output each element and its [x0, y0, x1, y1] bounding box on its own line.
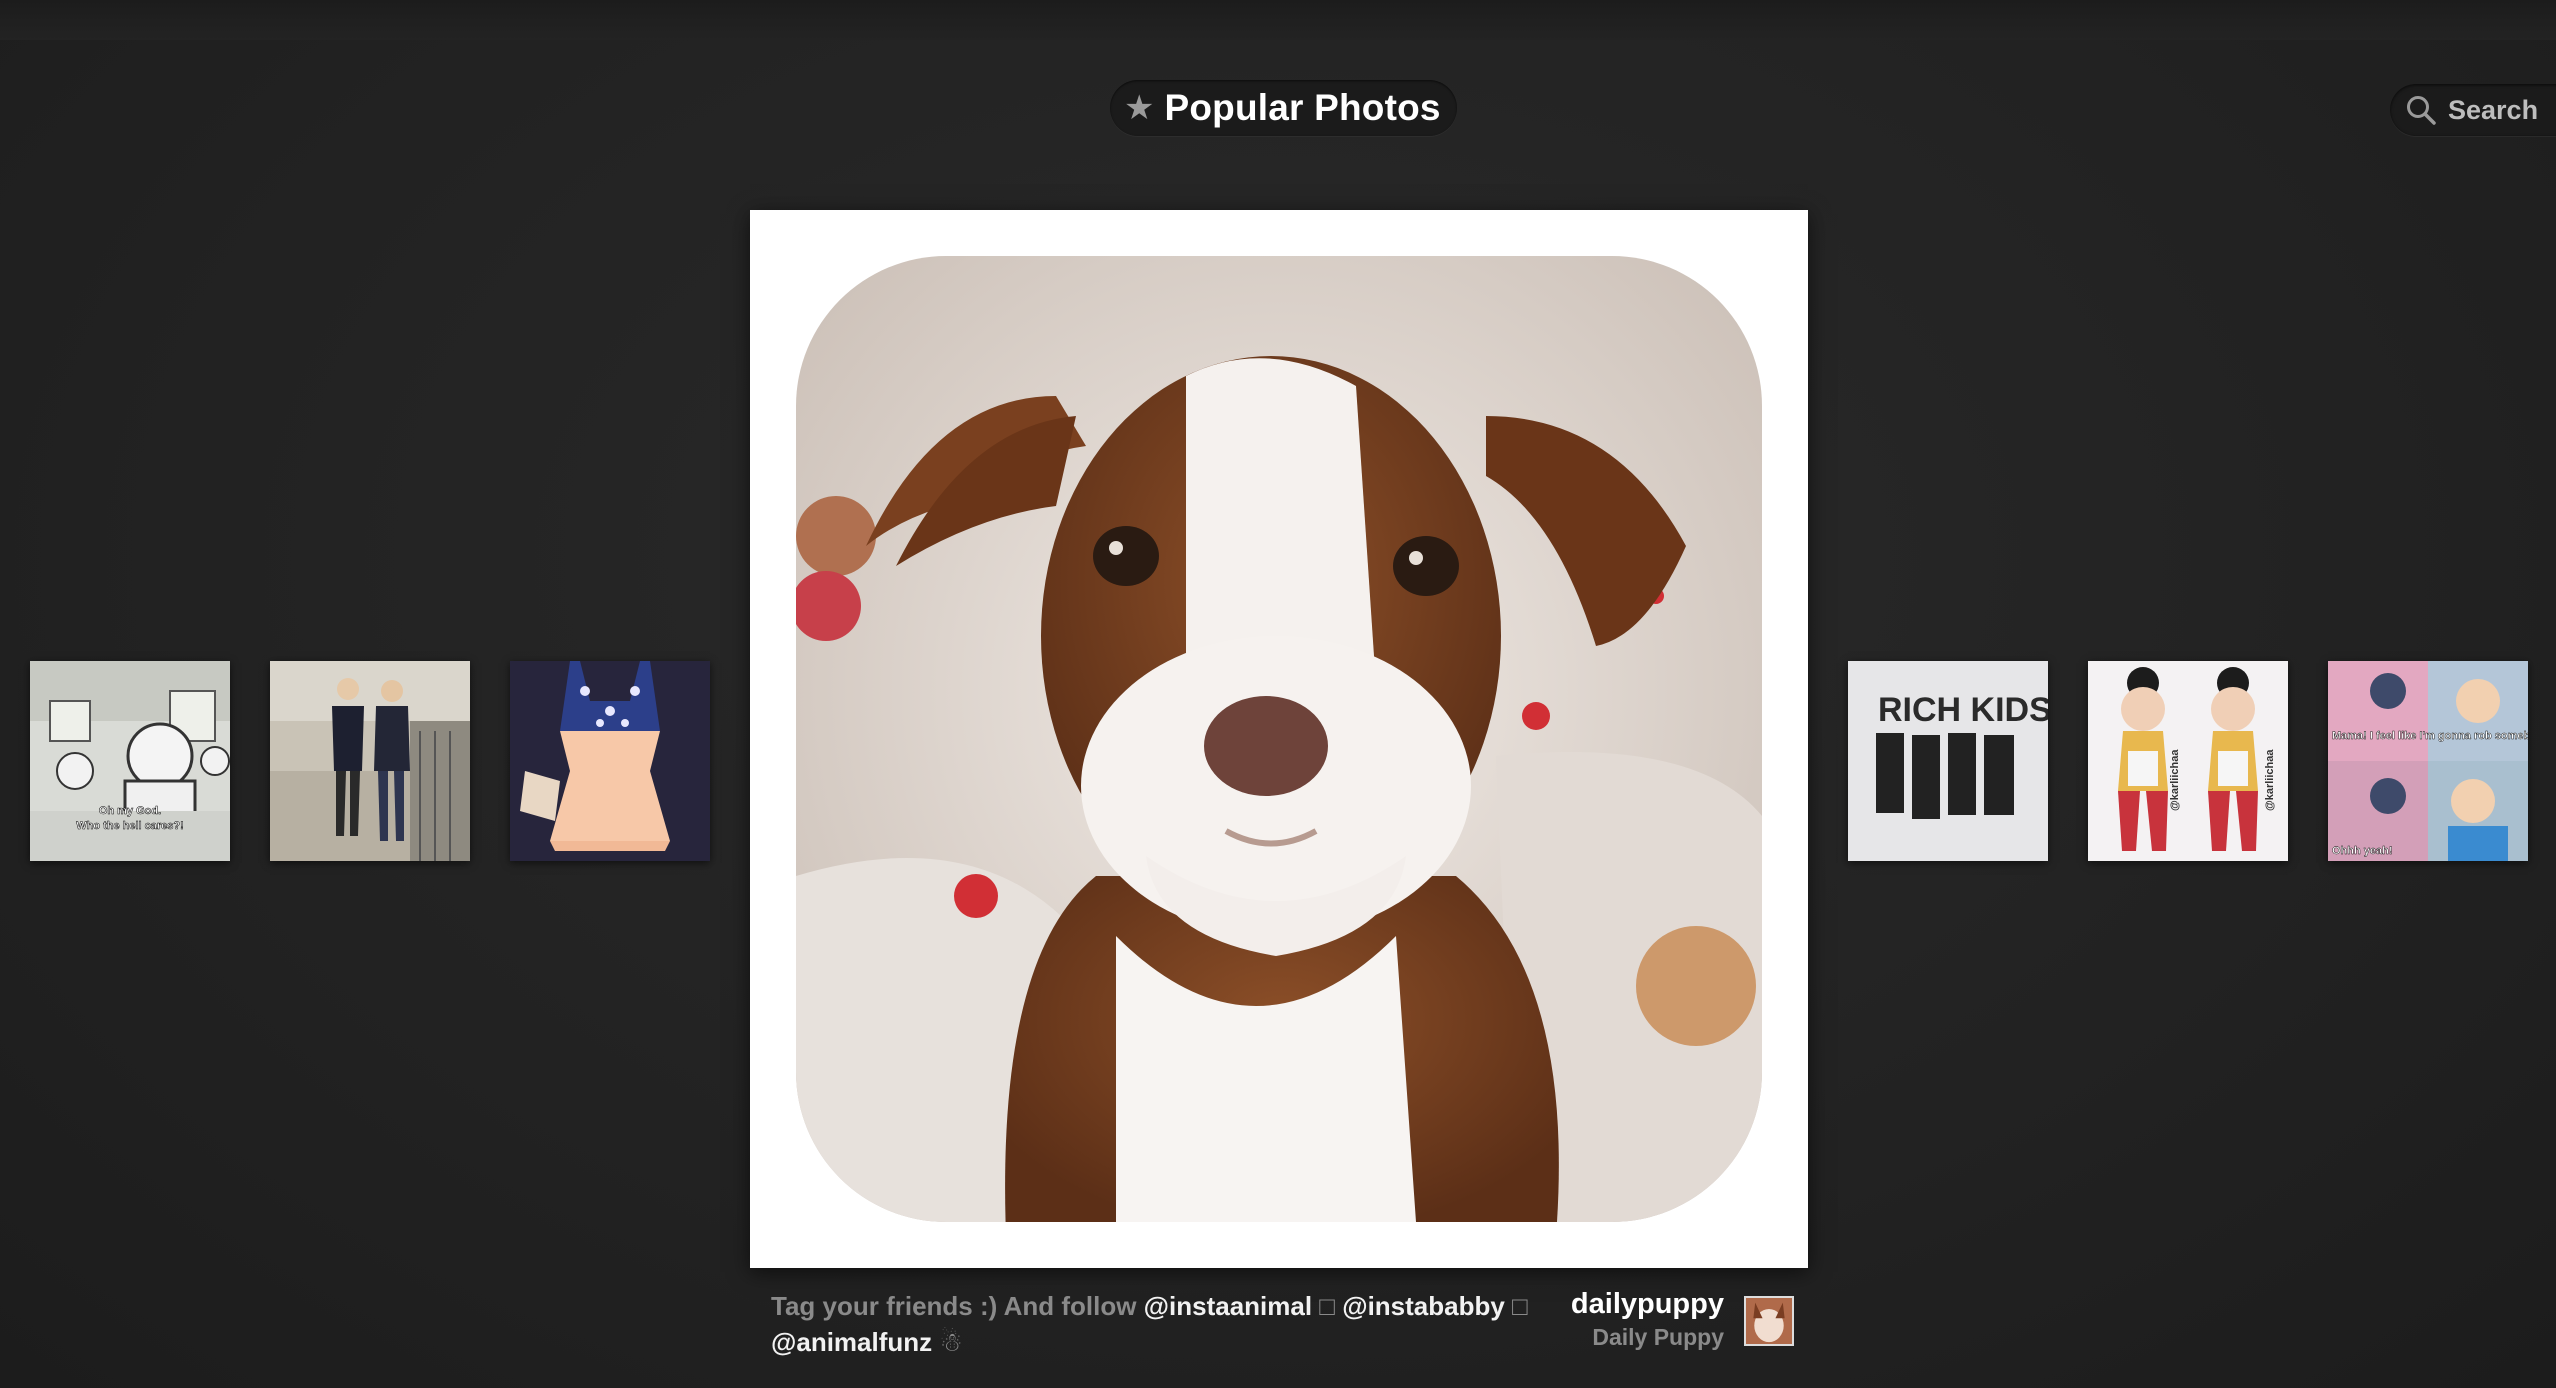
star-icon: ★	[1124, 89, 1155, 127]
page-title[interactable]: ★ Popular Photos	[1110, 80, 1457, 136]
friends-thumbnail-image	[270, 661, 470, 861]
username[interactable]: dailypuppy	[1571, 1286, 1724, 1322]
search-label: Search	[2448, 94, 2539, 125]
featured-photo-frame[interactable]	[750, 210, 1808, 1268]
svg-text:Who the hell cares?!: Who the hell cares?!	[76, 820, 184, 832]
photo-caption: Tag your friends :) And follow @instaani…	[771, 1288, 1531, 1360]
rich-kids-label: RICH KIDS	[1878, 691, 2048, 729]
thumbnail-babies[interactable]: @karliichaa @karliichaa	[2088, 661, 2288, 861]
user-fullname: Daily Puppy	[1592, 1324, 1724, 1350]
popular-photos-screen: ★ Popular Photos Search Oh my God. Who t…	[0, 0, 2556, 1388]
watermark-right: @karliichaa	[2264, 749, 2276, 811]
thumbnail-outfit[interactable]	[510, 661, 710, 861]
thumbnail-friends[interactable]	[270, 661, 470, 861]
mention-animalfunz[interactable]: @animalfunz	[771, 1327, 932, 1357]
puppy-photo-image	[796, 256, 1762, 1222]
svg-text:Oh my God.: Oh my God.	[99, 805, 161, 817]
avatar-image	[1746, 1298, 1792, 1344]
caption-text: Tag your friends :) And follow	[771, 1291, 1144, 1321]
page-title-text: Popular Photos	[1164, 87, 1441, 128]
mention-instaanimal[interactable]: @instaanimal	[1144, 1291, 1312, 1321]
watermark-left: @karliichaa	[2169, 749, 2181, 811]
caption-separator-1: □	[1312, 1291, 1343, 1321]
outfit-thumbnail-image	[510, 661, 710, 861]
cartoon-thumbnail-image: Oh my God. Who the hell cares?!	[30, 661, 230, 861]
rich-kids-thumbnail-image: RICH KIDS	[1848, 661, 2048, 861]
meme-caption-bottom: Ohhh yeah!	[2332, 845, 2393, 857]
thumbnail-meme[interactable]: Mama! I feel like I'm gonna rob somebody…	[2328, 661, 2528, 861]
featured-photo	[796, 256, 1762, 1222]
top-bar	[0, 0, 2556, 40]
caption-separator-2: □	[1504, 1291, 1528, 1321]
babies-thumbnail-image: @karliichaa @karliichaa	[2088, 661, 2288, 861]
search-button[interactable]: Search	[2390, 84, 2556, 136]
search-icon	[2407, 96, 2436, 125]
meme-caption-top: Mama! I feel like I'm gonna rob somebody…	[2332, 730, 2528, 742]
thumbnail-cartoon[interactable]: Oh my God. Who the hell cares?!	[30, 661, 230, 861]
user-info[interactable]: dailypuppy Daily Puppy	[1571, 1286, 1724, 1352]
caption-tail: ☃	[932, 1327, 963, 1357]
meme-thumbnail-image: Mama! I feel like I'm gonna rob somebody…	[2328, 661, 2528, 861]
avatar[interactable]	[1744, 1296, 1794, 1346]
mention-instababby[interactable]: @instababby	[1342, 1291, 1505, 1321]
thumbnail-rich-kids[interactable]: RICH KIDS	[1848, 661, 2048, 861]
